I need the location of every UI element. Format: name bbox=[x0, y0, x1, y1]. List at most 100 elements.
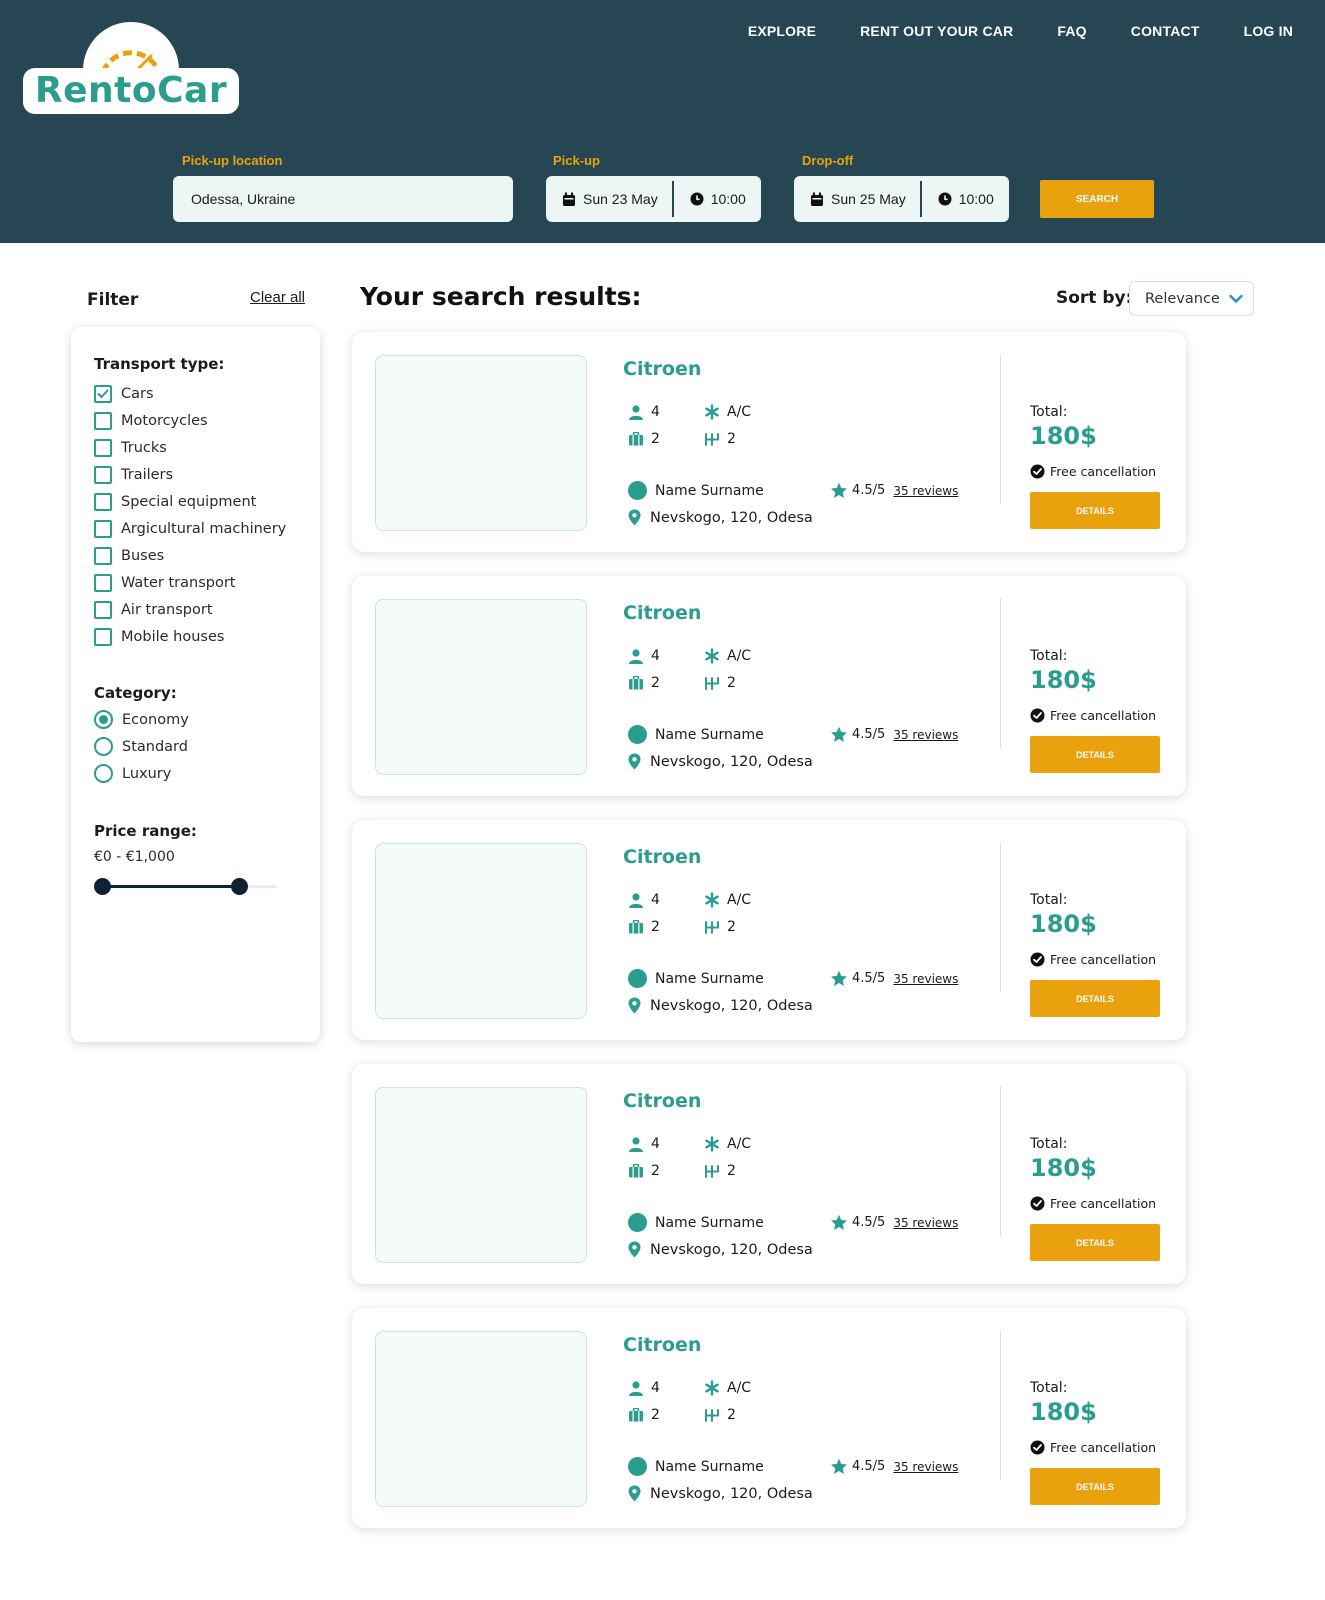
car-name[interactable]: Citroen bbox=[623, 1090, 701, 1112]
dropoff-time[interactable]: 10:00 bbox=[922, 176, 1008, 222]
checkbox[interactable] bbox=[94, 493, 112, 511]
logo[interactable]: RentoCar bbox=[23, 22, 241, 114]
price-range-slider[interactable] bbox=[94, 878, 277, 896]
transport-option[interactable]: Mobile houses bbox=[94, 628, 224, 646]
radio-button[interactable] bbox=[94, 737, 113, 756]
location-pin-icon bbox=[628, 509, 641, 526]
dropoff-datetime-field[interactable]: Sun 25 May 10:00 bbox=[794, 176, 1009, 222]
gears-spec: 2 bbox=[704, 1407, 736, 1423]
reviews-link[interactable]: 35 reviews bbox=[893, 1216, 958, 1230]
car-name[interactable]: Citroen bbox=[623, 1334, 701, 1356]
slider-max-handle[interactable] bbox=[230, 878, 248, 895]
clear-all-link[interactable]: Clear all bbox=[250, 289, 305, 306]
check-circle-icon bbox=[1030, 1440, 1045, 1455]
seats-value: 4 bbox=[651, 1136, 660, 1152]
luggage-icon bbox=[629, 920, 643, 934]
rating: 4.5/5 35 reviews bbox=[830, 726, 958, 743]
address: Nevskogo, 120, Odesa bbox=[628, 509, 813, 526]
address: Nevskogo, 120, Odesa bbox=[628, 1485, 813, 1502]
car-photo[interactable] bbox=[375, 843, 587, 1019]
reviews-link[interactable]: 35 reviews bbox=[893, 1460, 958, 1474]
car-photo[interactable] bbox=[375, 1087, 587, 1263]
category-option[interactable]: Economy bbox=[94, 710, 189, 729]
seats-value: 4 bbox=[651, 648, 660, 664]
radio-button[interactable] bbox=[94, 764, 113, 783]
checkbox[interactable] bbox=[94, 628, 112, 646]
details-button[interactable]: DETAILS bbox=[1030, 1224, 1160, 1261]
result-card: Citroen 4 A/C 2 2 Name Surname 4.5/5 35 … bbox=[352, 1064, 1186, 1284]
car-photo[interactable] bbox=[375, 599, 587, 775]
check-circle-icon bbox=[1030, 464, 1045, 479]
luggage-spec: 2 bbox=[628, 431, 660, 447]
pickup-date-value: Sun 23 May bbox=[583, 191, 658, 207]
total-price: 180$ bbox=[1030, 1154, 1097, 1182]
transport-option[interactable]: Water transport bbox=[94, 574, 235, 592]
transport-option[interactable]: Air transport bbox=[94, 601, 213, 619]
free-cancellation: Free cancellation bbox=[1030, 464, 1156, 479]
site-header: RentoCar EXPLORE RENT OUT YOUR CAR FAQ C… bbox=[0, 0, 1325, 243]
category-option[interactable]: Luxury bbox=[94, 764, 171, 783]
luggage-spec: 2 bbox=[628, 1163, 660, 1179]
transport-option[interactable]: Trailers bbox=[94, 466, 173, 484]
details-button[interactable]: DETAILS bbox=[1030, 736, 1160, 773]
sort-select[interactable]: Relevance bbox=[1129, 281, 1254, 316]
car-name[interactable]: Citroen bbox=[623, 846, 701, 868]
nav-login[interactable]: LOG IN bbox=[1244, 23, 1293, 39]
owner[interactable]: Name Surname bbox=[628, 969, 764, 988]
transport-option-label: Cars bbox=[121, 386, 154, 402]
checkbox[interactable] bbox=[94, 547, 112, 565]
transport-option[interactable]: Argicultural machinery bbox=[94, 520, 286, 538]
pickup-location-input[interactable]: Odessa, Ukraine bbox=[173, 176, 513, 222]
details-button[interactable]: DETAILS bbox=[1030, 492, 1160, 529]
nav-rent-out[interactable]: RENT OUT YOUR CAR bbox=[860, 23, 1013, 39]
check-circle-icon bbox=[1030, 952, 1045, 967]
gears-value: 2 bbox=[727, 431, 736, 447]
pickup-date[interactable]: Sun 23 May bbox=[546, 176, 672, 222]
rating: 4.5/5 35 reviews bbox=[830, 1458, 958, 1475]
car-name[interactable]: Citroen bbox=[623, 358, 701, 380]
transport-option[interactable]: Buses bbox=[94, 547, 164, 565]
calendar-icon bbox=[811, 192, 823, 206]
dropoff-date[interactable]: Sun 25 May bbox=[794, 176, 920, 222]
checkbox[interactable] bbox=[94, 520, 112, 538]
checkbox[interactable] bbox=[94, 574, 112, 592]
rating-value: 4.5/5 bbox=[852, 1459, 886, 1474]
pickup-datetime-field[interactable]: Sun 23 May 10:00 bbox=[546, 176, 761, 222]
transport-option[interactable]: Special equipment bbox=[94, 493, 256, 511]
car-photo[interactable] bbox=[375, 355, 587, 531]
transport-option-label: Water transport bbox=[121, 575, 236, 591]
radio-button[interactable] bbox=[94, 710, 113, 729]
checkbox[interactable] bbox=[94, 412, 112, 430]
car-name[interactable]: Citroen bbox=[623, 602, 701, 624]
checkbox[interactable] bbox=[94, 601, 112, 619]
luggage-value: 2 bbox=[651, 431, 660, 447]
car-photo[interactable] bbox=[375, 1331, 587, 1507]
owner[interactable]: Name Surname bbox=[628, 1457, 764, 1476]
checkbox[interactable] bbox=[94, 439, 112, 457]
owner[interactable]: Name Surname bbox=[628, 481, 764, 500]
owner[interactable]: Name Surname bbox=[628, 1213, 764, 1232]
owner[interactable]: Name Surname bbox=[628, 725, 764, 744]
nav-faq[interactable]: FAQ bbox=[1057, 23, 1086, 39]
transport-option[interactable]: Motorcycles bbox=[94, 412, 208, 430]
luggage-value: 2 bbox=[651, 1163, 660, 1179]
transport-option[interactable]: Cars bbox=[94, 385, 154, 403]
nav-contact[interactable]: CONTACT bbox=[1131, 23, 1200, 39]
free-cancellation-text: Free cancellation bbox=[1050, 1196, 1157, 1211]
checkbox[interactable] bbox=[94, 466, 112, 484]
pickup-time[interactable]: 10:00 bbox=[674, 176, 760, 222]
transport-option[interactable]: Trucks bbox=[94, 439, 167, 457]
star-icon bbox=[831, 970, 847, 986]
slider-min-handle[interactable] bbox=[94, 878, 111, 895]
reviews-link[interactable]: 35 reviews bbox=[893, 972, 958, 986]
details-button[interactable]: DETAILS bbox=[1030, 1468, 1160, 1505]
nav-explore[interactable]: EXPLORE bbox=[748, 23, 816, 39]
checkbox[interactable] bbox=[94, 385, 112, 403]
category-option[interactable]: Standard bbox=[94, 737, 188, 756]
luggage-icon bbox=[629, 432, 643, 446]
reviews-link[interactable]: 35 reviews bbox=[893, 484, 958, 498]
reviews-link[interactable]: 35 reviews bbox=[893, 728, 958, 742]
gears-spec: 2 bbox=[704, 1163, 736, 1179]
search-button[interactable]: SEARCH bbox=[1040, 180, 1154, 218]
details-button[interactable]: DETAILS bbox=[1030, 980, 1160, 1017]
